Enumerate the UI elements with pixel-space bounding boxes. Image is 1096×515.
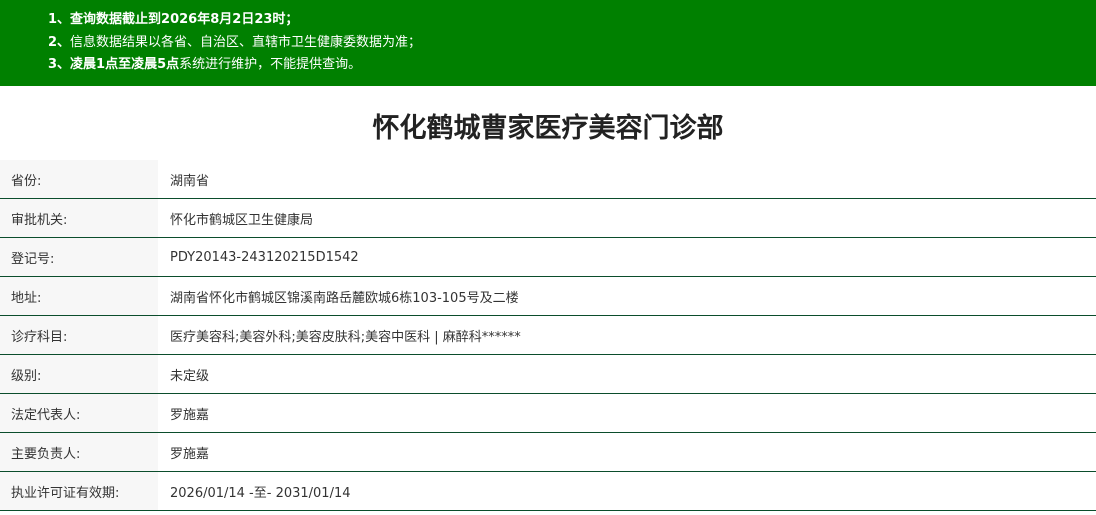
row-label-province: 省份:	[0, 160, 158, 199]
row-value-principal: 罗施嘉	[158, 432, 1096, 472]
row-label-principal: 主要负责人:	[0, 432, 158, 472]
notice-line-2-text: 信息数据结果以各省、自治区、直辖市卫生健康委数据为准；	[70, 34, 422, 50]
row-label-approval-authority: 审批机关:	[0, 198, 158, 238]
notice-line-1-prefix: 1、	[48, 12, 71, 27]
row-label-license-validity: 执业许可证有效期:	[0, 471, 158, 511]
row-label-departments: 诊疗科目:	[0, 315, 158, 355]
notice-line-1: 1、查询数据截止到2026年8月2日23时；	[48, 9, 1096, 32]
notice-line-3-text: 系统进行维护，不能提供查询。	[179, 57, 362, 72]
page-title: 怀化鹤城曹家医疗美容门诊部	[372, 113, 724, 144]
notice-banner: 1、查询数据截止到2026年8月2日23时； 2、信息数据结果以各省、自治区、直…	[0, 0, 1096, 86]
row-value-legal-representative: 罗施嘉	[158, 393, 1096, 433]
table-row: 法定代表人: 罗施嘉	[0, 393, 1096, 433]
table-row: 地址: 湖南省怀化市鹤城区锦溪南路岳麓欧城6栋103-105号及二楼	[0, 276, 1096, 316]
row-label-level: 级别:	[0, 354, 158, 394]
notice-line-3: 3、凌晨1点至凌晨5点系统进行维护，不能提供查询。	[48, 54, 1096, 77]
table-row: 登记号: PDY20143-243120215D1542	[0, 237, 1096, 277]
row-label-address: 地址:	[0, 276, 158, 316]
notice-line-3-prefix: 3、	[48, 57, 71, 72]
row-value-approval-authority: 怀化市鹤城区卫生健康局	[158, 198, 1096, 238]
info-table: 省份: 湖南省 审批机关: 怀化市鹤城区卫生健康局 登记号: PDY20143-…	[0, 160, 1096, 511]
notice-line-1-text: 查询数据截止到2026年8月2日23时；	[70, 12, 299, 27]
row-value-license-validity: 2026/01/14 -至- 2031/01/14	[158, 471, 1096, 511]
row-value-province: 湖南省	[158, 160, 1096, 199]
table-row: 诊疗科目: 医疗美容科;美容外科;美容皮肤科;美容中医科 | 麻醉科******	[0, 315, 1096, 355]
table-row: 省份: 湖南省	[0, 160, 1096, 199]
row-value-departments: 医疗美容科;美容外科;美容皮肤科;美容中医科 | 麻醉科******	[158, 315, 1096, 355]
notice-line-3-bold: 凌晨1点至凌晨5点	[70, 57, 180, 72]
notice-line-2: 2、信息数据结果以各省、自治区、直辖市卫生健康委数据为准；	[48, 32, 1096, 55]
row-value-registration-number: PDY20143-243120215D1542	[158, 237, 1096, 277]
table-row: 审批机关: 怀化市鹤城区卫生健康局	[0, 198, 1096, 238]
table-row: 主要负责人: 罗施嘉	[0, 432, 1096, 472]
table-row: 级别: 未定级	[0, 354, 1096, 394]
row-label-legal-representative: 法定代表人:	[0, 393, 158, 433]
table-row: 执业许可证有效期: 2026/01/14 -至- 2031/01/14	[0, 471, 1096, 511]
row-label-registration-number: 登记号:	[0, 237, 158, 277]
notice-line-2-prefix: 2、	[48, 34, 71, 50]
row-value-level: 未定级	[158, 354, 1096, 394]
row-value-address: 湖南省怀化市鹤城区锦溪南路岳麓欧城6栋103-105号及二楼	[158, 276, 1096, 316]
